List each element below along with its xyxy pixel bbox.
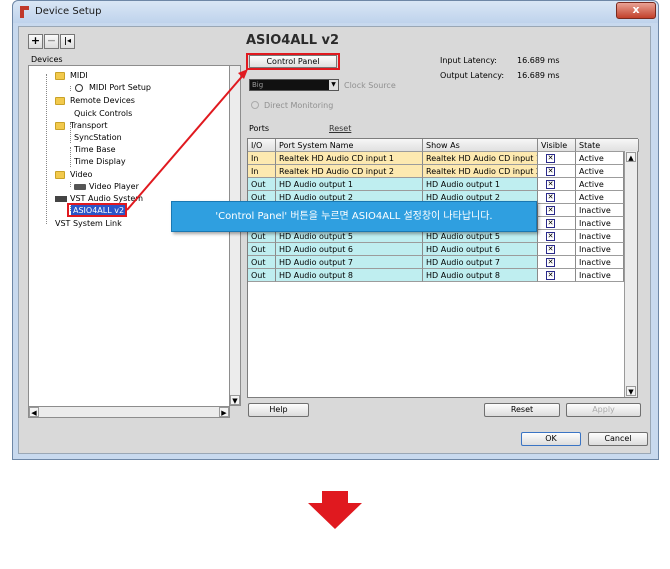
down-arrow-icon (308, 491, 362, 529)
annotation-arrow (126, 69, 248, 211)
instruction-callout: 'Control Panel' 버튼을 누르면 ASIO4ALL 설정창이 나타… (171, 201, 537, 232)
